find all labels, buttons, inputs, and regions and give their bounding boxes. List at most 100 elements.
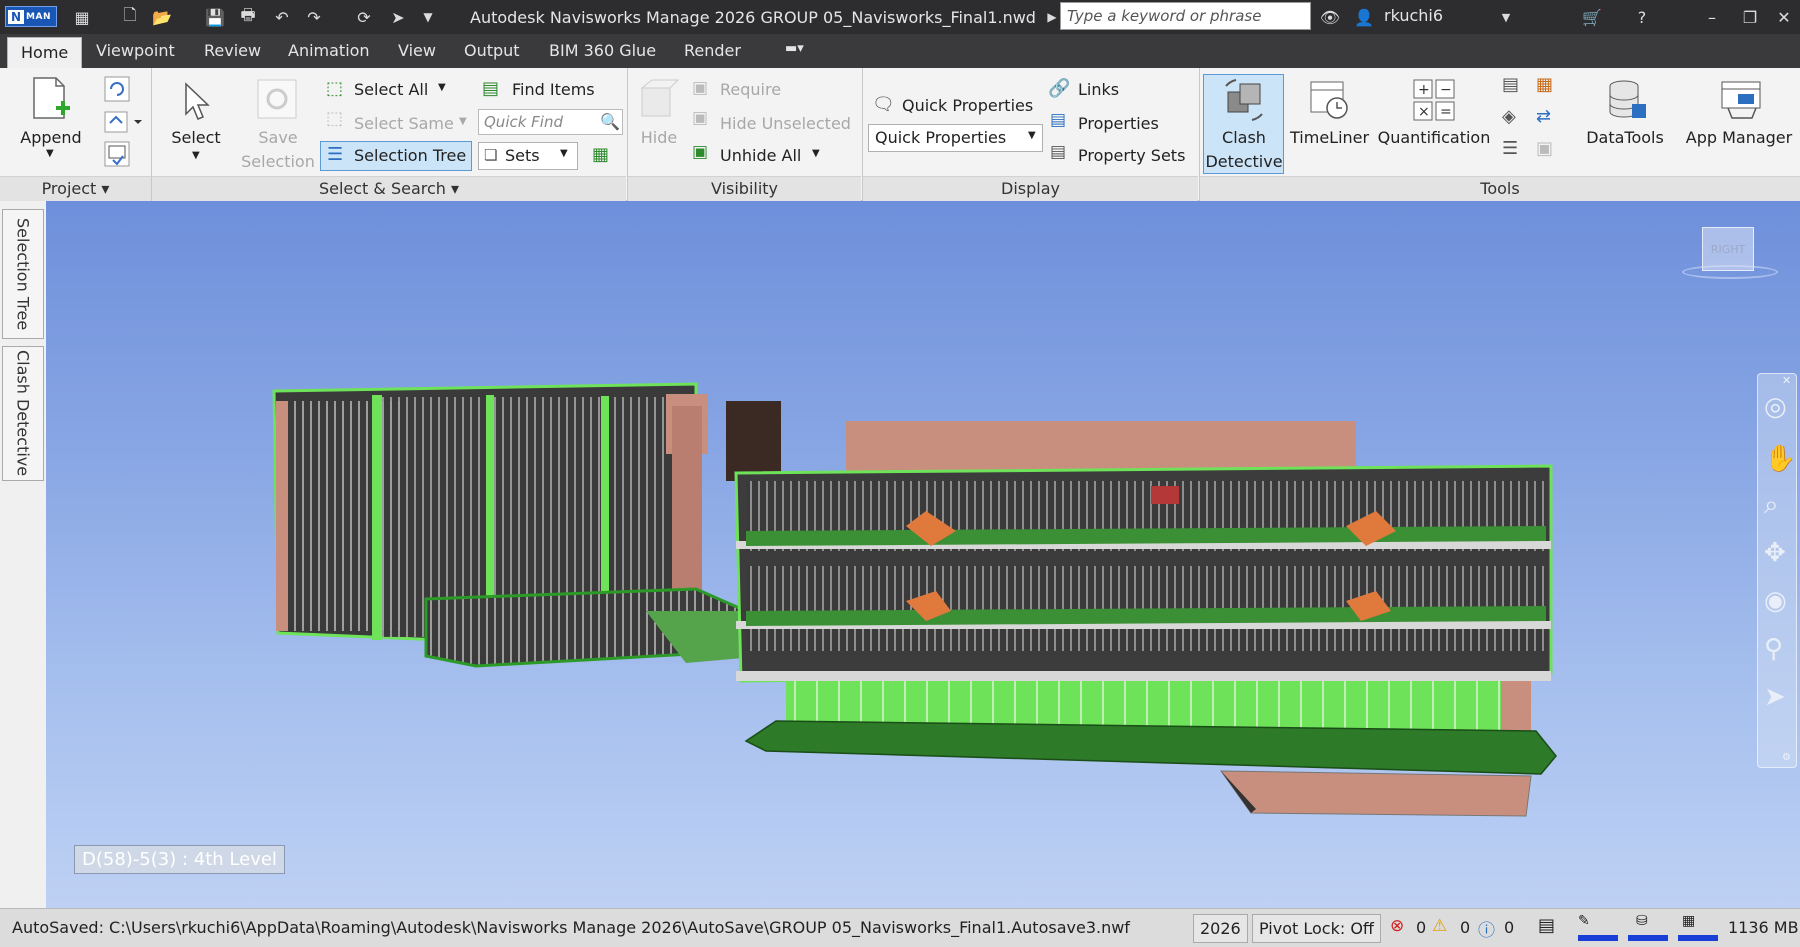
close-icon[interactable]: ✕ [1772,5,1796,29]
quick-find-search-icon[interactable]: 🔍 [600,112,620,131]
select-mode-icon[interactable]: ➤ [1764,682,1786,712]
properties-button[interactable]: Properties [1078,114,1159,133]
warning-icon[interactable]: ⚠ [1432,916,1447,936]
property-sets-button[interactable]: Property Sets [1078,146,1185,165]
unhide-all-dropdown-icon[interactable]: ▼ [812,148,820,159]
select-cursor-icon[interactable] [180,82,212,122]
quick-access-dropdown-icon[interactable]: ▼ [416,5,440,29]
navbar-close-icon[interactable]: ✕ [1782,374,1791,387]
pan-icon[interactable]: ✋ [1764,444,1796,474]
sheet-browser-icon[interactable]: ▤ [1538,915,1555,936]
datatools-icon[interactable] [1604,78,1648,122]
user-dropdown-icon[interactable]: ▼ [1494,5,1518,29]
restore-icon[interactable]: ❐ [1738,5,1762,29]
selection-tree-side-tab[interactable]: Selection Tree [2,209,44,339]
links-button[interactable]: Links [1078,80,1119,99]
project-footer-label: Project [41,179,97,198]
tab-output[interactable]: Output [464,41,520,60]
level-tooltip: D(58)-5(3) : 4th Level [74,845,285,874]
new-file-icon[interactable]: 🗋 [118,5,142,29]
project-group-footer[interactable]: Project ▾ [0,176,151,201]
print-icon[interactable]: 🖶 [236,5,260,29]
refresh-icon[interactable]: ⟳ [352,5,376,29]
hide-unselected-button: Hide Unselected [720,114,851,133]
tool-small-icon-4[interactable]: ⇄ [1536,106,1551,127]
grid-icon[interactable]: ▦ [70,5,94,29]
unhide-all-button[interactable]: Unhide All [720,146,801,165]
tool-small-icon-5[interactable]: ☰ [1502,138,1518,159]
user-name[interactable]: rkuchi6 [1384,6,1443,25]
datatools-button[interactable]: DataTools [1580,128,1670,147]
quick-properties-button[interactable]: Quick Properties [902,96,1033,115]
clash-detective-side-tab[interactable]: Clash Detective [2,346,44,481]
reset-icon[interactable] [104,109,144,135]
app-manager-icon[interactable] [1718,78,1764,122]
refresh-model-icon[interactable] [104,76,130,102]
viewcube-compass-ring[interactable] [1682,265,1778,279]
building-model[interactable] [46,201,1800,908]
tool-small-icon-1[interactable]: ▤ [1502,74,1519,95]
web-server-bar [1678,935,1718,941]
find-items-button[interactable]: Find Items [512,80,595,99]
append-icon[interactable] [30,76,72,122]
info-icon[interactable]: ⓘ [1478,916,1495,941]
undo-icon[interactable]: ↶ [270,5,294,29]
help-search-input[interactable]: Type a keyword or phrase [1060,2,1311,30]
cursor-icon[interactable]: ➤ [386,5,410,29]
select-search-group-footer[interactable]: Select & Search ▾ [152,176,626,201]
viewcube[interactable]: RIGHT [1682,225,1778,279]
timeliner-icon[interactable] [1307,78,1351,122]
select-all-button[interactable]: Select All [354,80,428,99]
select-dropdown-icon[interactable]: ▼ [192,150,200,161]
timeliner-button[interactable]: TimeLiner [1290,128,1369,147]
app-badge: MAN [26,11,52,22]
append-dropdown-icon[interactable]: ▼ [46,148,54,159]
quantification-button[interactable]: Quantification [1374,128,1494,147]
file-options-icon[interactable] [104,141,130,167]
tab-view[interactable]: View [398,41,436,60]
3d-viewport[interactable]: RIGHT ✕ ◎ ✋ ⌕ ✥ ◉ ⚲ ➤ ⚙ D(58)-5(3) : 4th… [46,201,1800,908]
tab-home[interactable]: Home [7,37,83,68]
tab-animation[interactable]: Animation [288,41,370,60]
redo-icon[interactable]: ↷ [302,5,326,29]
tab-render[interactable]: Render [684,41,741,60]
append-button[interactable]: Append [20,128,82,147]
quantification-icon[interactable]: + −× = [1412,78,1456,122]
app-manager-button[interactable]: App Manager [1680,128,1798,147]
ribbon-options-icon[interactable]: ▬▾ [785,41,804,56]
select-button[interactable]: Select [165,128,227,147]
tab-bim360[interactable]: BIM 360 Glue [549,41,656,60]
tab-review[interactable]: Review [204,41,261,60]
open-folder-icon[interactable]: 📂 [150,5,174,29]
selection-tree-icon: ☰ [327,144,344,165]
select-all-dropdown-icon[interactable]: ▼ [438,82,446,93]
help-icon[interactable]: ? [1630,5,1654,29]
tab-viewpoint[interactable]: Viewpoint [96,41,175,60]
select-all-icon: ⬚ [326,78,344,99]
svg-text:×: × [1418,104,1430,120]
tool-small-icon-3[interactable]: ◈ [1502,106,1516,127]
navbar-options-icon[interactable]: ⚙ [1782,752,1791,763]
error-icon[interactable]: ⊗ [1390,916,1404,936]
look-icon[interactable]: ◉ [1764,586,1787,616]
quick-properties-dropdown[interactable]: Quick Properties [868,124,1043,152]
app-menu-button[interactable]: N MAN [5,6,57,27]
tool-small-icon-2[interactable]: ▦ [1536,74,1553,95]
pencil-performance-bar [1578,935,1618,941]
property-sets-icon: ▤ [1050,142,1067,162]
manage-sets-icon[interactable]: ▦ [592,144,609,165]
walk-icon[interactable]: ⚲ [1764,634,1783,664]
minimize-icon[interactable]: – [1700,5,1724,29]
user-icon[interactable]: 👤 [1352,5,1376,29]
orbit-icon[interactable]: ✥ [1764,538,1786,568]
binoculars-icon[interactable]: 👁 [1318,5,1342,29]
visibility-footer-label: Visibility [710,179,779,198]
ribbon-tab-bar: Home Viewpoint Review Animation View Out… [0,34,1800,68]
steering-wheel-icon[interactable]: ◎ [1764,392,1787,422]
zoom-window-icon[interactable]: ⌕ [1764,490,1779,521]
quick-properties-dropdown-icon[interactable]: ▼ [1028,130,1036,141]
pivot-lock-toggle[interactable]: Pivot Lock: Off [1252,914,1381,943]
cart-icon[interactable]: 🛒 [1580,5,1604,29]
save-icon[interactable]: 💾 [203,5,227,29]
sets-dropdown-icon[interactable]: ▼ [560,148,568,159]
